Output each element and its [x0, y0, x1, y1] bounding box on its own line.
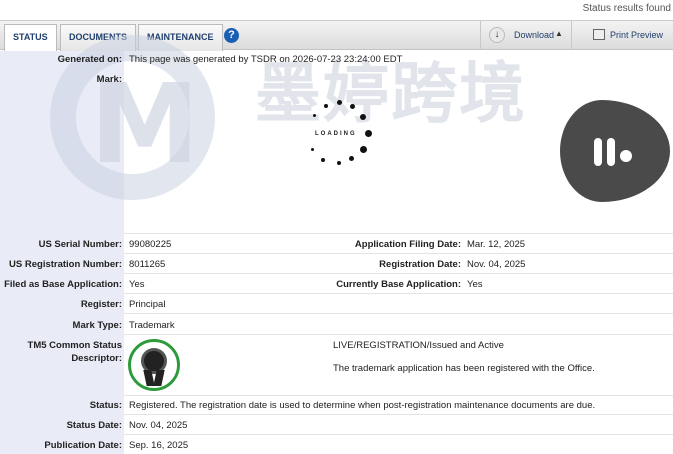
filing-date-label: Application Filing Date: [354, 239, 461, 250]
publication-date-label: Publication Date: [44, 440, 122, 451]
generated-on-label: Generated on: [57, 54, 122, 65]
status-value: Registered. The registration date is use… [129, 400, 596, 411]
status-results-text: Status results found [582, 3, 671, 14]
tab-status[interactable]: STATUS [4, 24, 57, 52]
tab-bar: STATUS DOCUMENTS MAINTENANCE ? ↓ Downloa… [0, 20, 673, 52]
registration-date-label: Registration Date: [379, 259, 461, 270]
award-ribbon-icon [128, 339, 180, 391]
mark-type-value: Trademark [129, 320, 175, 331]
base-application-value: Yes [129, 279, 145, 290]
serial-number-value: 99080225 [129, 239, 172, 250]
download-label: Download [514, 30, 555, 40]
registration-number-label: US Registration Number: [9, 259, 122, 270]
tab-maintenance[interactable]: MAINTENANCE [138, 24, 223, 51]
status-date-label: Status Date: [66, 420, 122, 431]
status-date-value: Nov. 04, 2025 [129, 420, 188, 431]
help-icon[interactable]: ? [224, 28, 239, 43]
generated-on-value: This page was generated by TSDR on 2026-… [129, 54, 403, 65]
current-base-label: Currently Base Application: [336, 279, 461, 290]
tm5-status-value: LIVE/REGISTRATION/Issued and Active [333, 340, 504, 351]
base-application-label: Filed as Base Application: [4, 279, 122, 290]
publication-date-value: Sep. 16, 2025 [129, 440, 189, 451]
mark-label: Mark: [96, 74, 122, 85]
registration-number-value: 8011265 [129, 259, 166, 270]
tab-documents[interactable]: DOCUMENTS [60, 24, 136, 51]
tm5-label-line2: Descriptor: [71, 353, 122, 364]
label-column-background [0, 51, 124, 454]
tm5-description-value: The trademark application has been regis… [333, 363, 595, 374]
register-value: Principal [129, 299, 166, 310]
register-label: Register: [80, 299, 122, 310]
registration-date-value: Nov. 04, 2025 [467, 259, 526, 270]
mark-type-label: Mark Type: [72, 320, 122, 331]
loading-text: LOADING [315, 131, 357, 137]
tm5-label-line1: TM5 Common Status [27, 340, 122, 351]
printer-icon[interactable] [593, 29, 605, 40]
print-preview-button[interactable]: Print Preview [610, 30, 663, 40]
status-label: Status: [89, 400, 122, 411]
watermark-play-icon [560, 100, 670, 202]
caret-up-icon: ▲ [555, 29, 563, 38]
download-button[interactable]: ↓ Download ▲ [480, 21, 572, 50]
serial-number-label: US Serial Number: [38, 239, 122, 250]
current-base-value: Yes [467, 279, 483, 290]
download-arrow-icon: ↓ [489, 27, 505, 43]
filing-date-value: Mar. 12, 2025 [467, 239, 526, 250]
